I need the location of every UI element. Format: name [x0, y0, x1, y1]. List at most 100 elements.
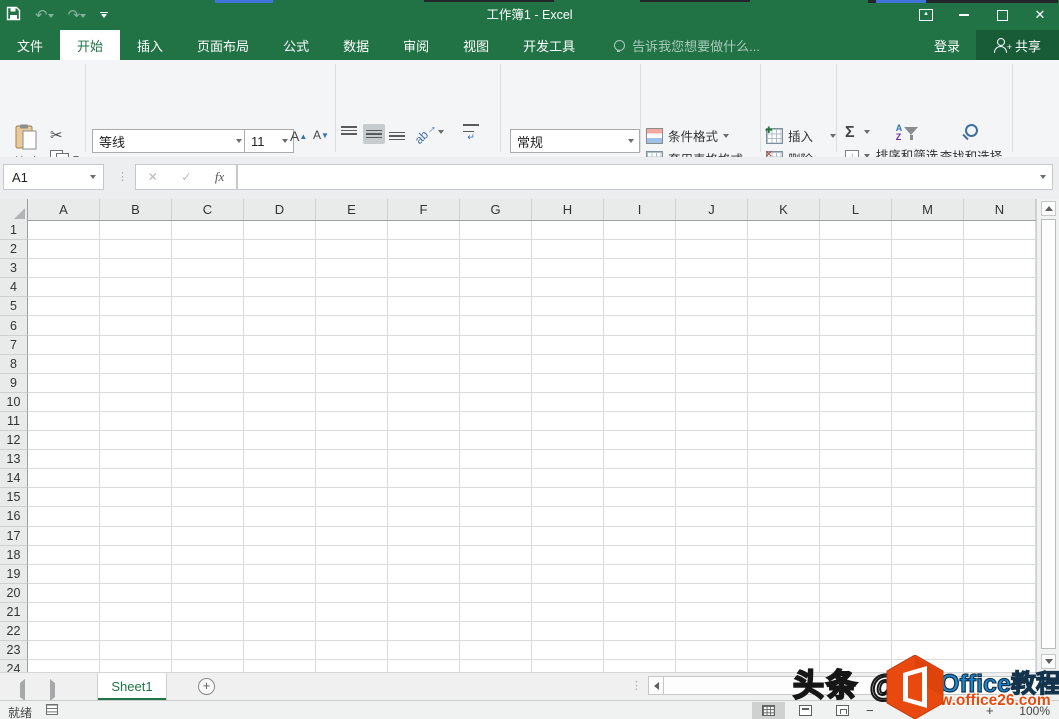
grid-cell[interactable] — [676, 374, 748, 393]
grid-cell[interactable] — [748, 488, 820, 507]
tab-file[interactable]: 文件 — [0, 30, 60, 60]
normal-view-button[interactable] — [752, 702, 785, 719]
grid-cell[interactable] — [316, 622, 388, 641]
grid-cell[interactable] — [244, 603, 316, 622]
grid-cell[interactable] — [676, 507, 748, 526]
grid-cell[interactable] — [28, 469, 100, 488]
grid-cell[interactable] — [604, 450, 676, 469]
grid-cell[interactable] — [316, 240, 388, 259]
grid-cell[interactable] — [532, 374, 604, 393]
column-header[interactable]: K — [748, 199, 820, 220]
grid-cell[interactable] — [820, 584, 892, 603]
grid-cell[interactable] — [532, 507, 604, 526]
grid-cell[interactable] — [532, 450, 604, 469]
grid-cell[interactable] — [460, 259, 532, 278]
grid-cell[interactable] — [388, 622, 460, 641]
grid-cell[interactable] — [244, 431, 316, 450]
grid-cell[interactable] — [460, 450, 532, 469]
grid-cell[interactable] — [820, 374, 892, 393]
row-header[interactable]: 15 — [0, 488, 28, 507]
grid-cell[interactable] — [676, 488, 748, 507]
grid-cell[interactable] — [892, 374, 964, 393]
grid-cell[interactable] — [172, 603, 244, 622]
grid-cell[interactable] — [532, 488, 604, 507]
grid-cell[interactable] — [28, 393, 100, 412]
grid-cell[interactable] — [820, 641, 892, 660]
macro-record-icon[interactable] — [46, 704, 58, 718]
grid-cell[interactable] — [748, 431, 820, 450]
row-header[interactable]: 22 — [0, 622, 28, 641]
grid-cell[interactable] — [820, 488, 892, 507]
grid-cell[interactable] — [964, 603, 1036, 622]
tab-bar-splitter[interactable]: ⋮ — [631, 679, 643, 692]
number-format-combo[interactable]: 常规 — [510, 129, 640, 153]
grid-cell[interactable] — [676, 622, 748, 641]
grid-cell[interactable] — [892, 641, 964, 660]
grid-cell[interactable] — [820, 450, 892, 469]
align-top-button[interactable] — [341, 126, 357, 140]
grid-cell[interactable] — [604, 641, 676, 660]
grid-cell[interactable] — [676, 336, 748, 355]
column-header[interactable]: B — [100, 199, 172, 220]
vertical-scroll-thumb[interactable] — [1041, 219, 1056, 649]
grid-cell[interactable] — [820, 240, 892, 259]
grid-cell[interactable] — [532, 527, 604, 546]
grid-cell[interactable] — [316, 297, 388, 316]
grid-cell[interactable] — [460, 641, 532, 660]
grid-cell[interactable] — [532, 278, 604, 297]
grid-cell[interactable] — [28, 488, 100, 507]
grid-cell[interactable] — [964, 240, 1036, 259]
zoom-in-button[interactable]: + — [986, 703, 994, 718]
previous-sheet-icon[interactable] — [20, 683, 25, 697]
grid-cell[interactable] — [604, 603, 676, 622]
share-button[interactable]: + 共享 — [976, 30, 1059, 60]
grid-cell[interactable] — [172, 641, 244, 660]
grid-cell[interactable] — [892, 450, 964, 469]
grid-cell[interactable] — [820, 622, 892, 641]
grid-cell[interactable] — [604, 546, 676, 565]
grid-cell[interactable] — [316, 584, 388, 603]
formula-bar-expand-icon[interactable] — [1040, 175, 1046, 179]
grid-cell[interactable] — [892, 469, 964, 488]
grid-cell[interactable] — [28, 259, 100, 278]
grid-cell[interactable] — [244, 393, 316, 412]
grid-cell[interactable] — [604, 527, 676, 546]
grid-cell[interactable] — [28, 412, 100, 431]
grid-cell[interactable] — [172, 221, 244, 240]
grid-cell[interactable] — [388, 488, 460, 507]
grid-cell[interactable] — [172, 355, 244, 374]
grid-cell[interactable] — [748, 546, 820, 565]
grid-cell[interactable] — [460, 584, 532, 603]
grid-cell[interactable] — [820, 297, 892, 316]
grid-cell[interactable] — [388, 660, 460, 672]
grid-cell[interactable] — [892, 336, 964, 355]
row-header[interactable]: 17 — [0, 527, 28, 546]
tab-data[interactable]: 数据 — [326, 30, 386, 60]
grid-cell[interactable] — [100, 278, 172, 297]
grid-cell[interactable] — [460, 469, 532, 488]
row-header[interactable]: 4 — [0, 278, 28, 297]
grid-cell[interactable] — [388, 412, 460, 431]
grid-cell[interactable] — [244, 584, 316, 603]
grid-cell[interactable] — [388, 603, 460, 622]
grid-cell[interactable] — [820, 469, 892, 488]
formula-bar-splitter[interactable]: ⋮ — [117, 170, 129, 183]
grid-cell[interactable] — [388, 469, 460, 488]
grid-cell[interactable] — [892, 412, 964, 431]
grid-cell[interactable] — [964, 336, 1036, 355]
grid-cell[interactable] — [28, 507, 100, 526]
grid-cell[interactable] — [820, 565, 892, 584]
grid-cell[interactable] — [676, 412, 748, 431]
grid-cell[interactable] — [388, 527, 460, 546]
grid-cell[interactable] — [388, 393, 460, 412]
grid-cell[interactable] — [460, 355, 532, 374]
row-header[interactable]: 8 — [0, 355, 28, 374]
grid-cell[interactable] — [100, 297, 172, 316]
grid-cell[interactable] — [676, 278, 748, 297]
tab-view[interactable]: 视图 — [446, 30, 506, 60]
grid-cell[interactable] — [460, 412, 532, 431]
name-box[interactable]: A1 — [3, 164, 104, 190]
grid-cell[interactable] — [964, 450, 1036, 469]
grid-cell[interactable] — [316, 565, 388, 584]
grid-cell[interactable] — [892, 584, 964, 603]
